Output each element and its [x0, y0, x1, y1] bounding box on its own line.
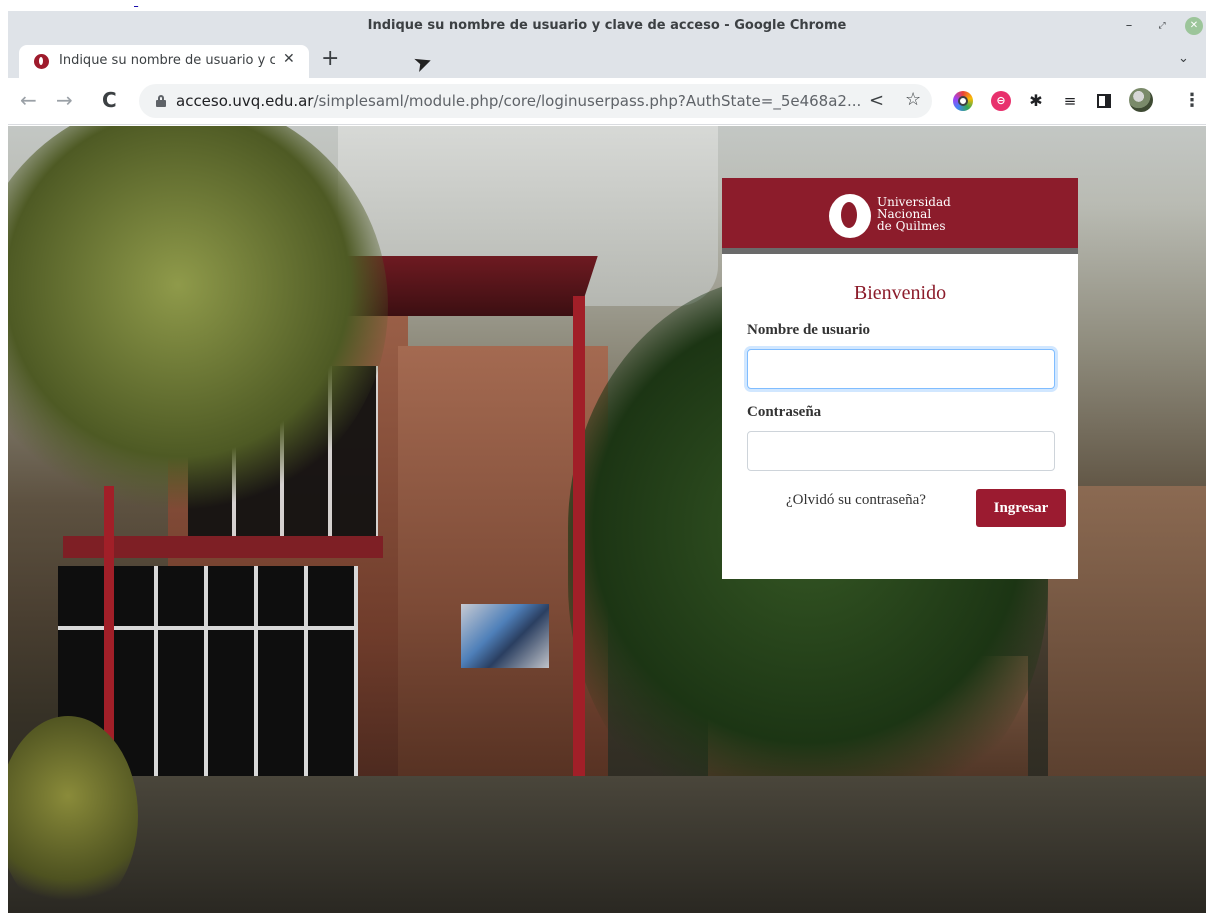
page-top-strip [0, 0, 1206, 11]
login-header: Universidad Nacional de Quilmes [722, 178, 1078, 254]
forgot-password-link[interactable]: ¿Olvidó su contraseña? [786, 492, 926, 509]
browser-toolbar: ← → C acceso.uvq.edu.ar/simplesaml/modul… [8, 78, 1206, 125]
puzzle-extensions-icon[interactable]: ✱ [1026, 91, 1046, 111]
close-tab-button[interactable]: ✕ [283, 51, 295, 67]
url-path: /simplesaml/module.php/core/loginuserpas… [313, 92, 862, 110]
background-red-pole [104, 486, 114, 766]
university-name-line: de Quilmes [877, 219, 946, 233]
welcome-heading: Bienvenido [853, 282, 947, 304]
lock-icon[interactable] [156, 95, 166, 107]
page-viewport: Universidad Nacional de Quilmes Bienveni… [8, 126, 1206, 913]
reading-list-icon[interactable]: ≡ [1060, 91, 1080, 111]
url-domain: acceso.uvq.edu.ar [176, 92, 314, 110]
bookmark-star-icon[interactable]: ☆ [905, 89, 921, 110]
maximize-button[interactable]: ⤢ [1153, 17, 1171, 35]
mouse-cursor-icon: ➤ [410, 48, 437, 79]
partial-link-text [134, 0, 138, 9]
login-panel: Universidad Nacional de Quilmes Bienveni… [722, 178, 1078, 579]
password-label: Contraseña [747, 404, 822, 420]
chrome-menu-icon[interactable]: ⋮ [1183, 90, 1201, 111]
url-text[interactable]: acceso.uvq.edu.ar/simplesaml/module.php/… [176, 92, 861, 110]
back-button[interactable]: ← [20, 89, 37, 111]
username-input[interactable] [747, 349, 1055, 389]
close-window-button[interactable]: ✕ [1185, 17, 1203, 35]
tab-title: Indique su nombre de usuario y clave de … [59, 53, 275, 68]
university-logo-icon [829, 194, 871, 238]
pink-extension-icon[interactable]: ⊖ [991, 91, 1011, 111]
site-favicon-icon [34, 54, 49, 69]
university-name: Universidad Nacional de Quilmes [877, 196, 951, 232]
forward-button[interactable]: → [56, 89, 73, 111]
login-button[interactable]: Ingresar [976, 489, 1066, 527]
side-panel-icon[interactable] [1094, 91, 1114, 111]
window-title: Indique su nombre de usuario y clave de … [367, 18, 847, 33]
tab-search-button[interactable]: ⌄ [1178, 51, 1189, 66]
new-tab-button[interactable]: + [321, 46, 339, 72]
browser-tab[interactable]: Indique su nombre de usuario y clave de … [19, 45, 309, 78]
background-mural [461, 604, 549, 668]
background-red-pole-right [573, 296, 585, 831]
username-label: Nombre de usuario [747, 322, 871, 338]
colorful-circle-extension-icon[interactable] [953, 91, 973, 111]
password-input[interactable] [747, 431, 1055, 471]
minimize-button[interactable]: – [1120, 17, 1138, 35]
reload-button[interactable]: C [102, 89, 117, 111]
profile-avatar[interactable] [1129, 88, 1153, 112]
window-titlebar: Indique su nombre de usuario y clave de … [8, 11, 1206, 41]
share-icon[interactable]: < [869, 90, 884, 111]
background-walkway [8, 776, 1206, 913]
tab-strip: Indique su nombre de usuario y clave de … [8, 41, 1206, 78]
address-bar[interactable]: acceso.uvq.edu.ar/simplesaml/module.php/… [139, 84, 932, 118]
